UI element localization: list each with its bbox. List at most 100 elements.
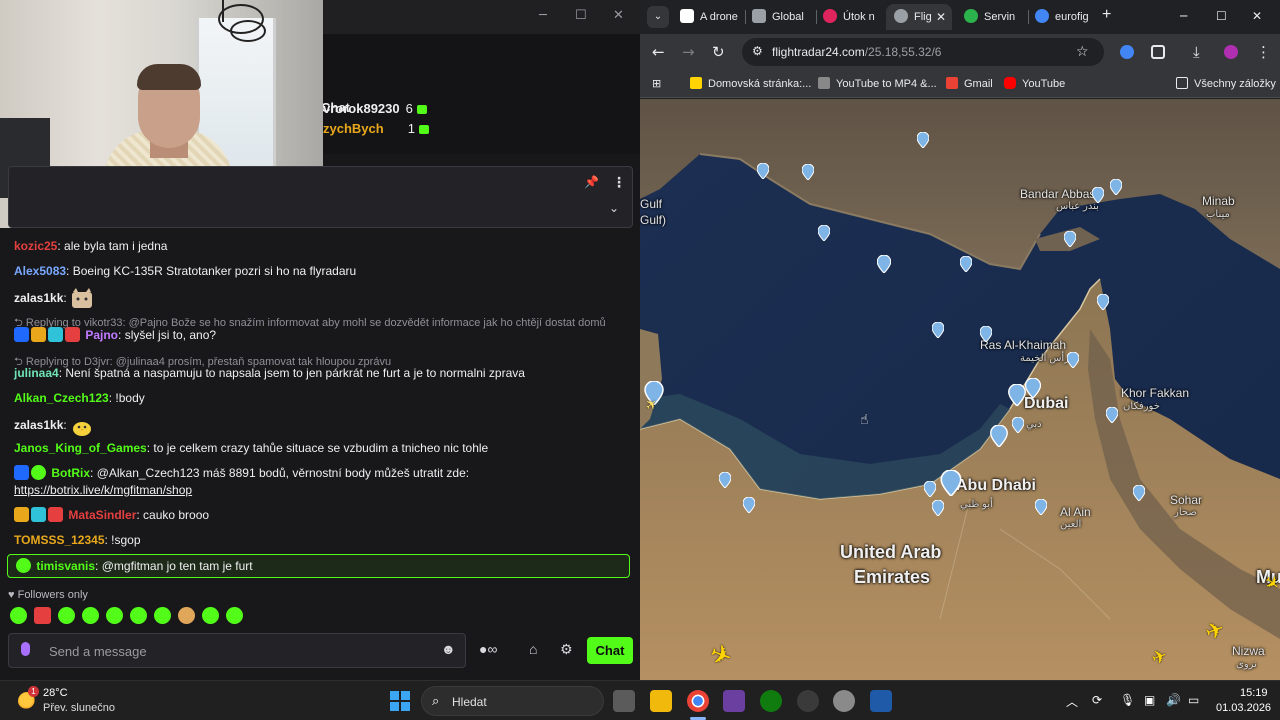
mic-icon[interactable] — [21, 642, 30, 656]
close-icon[interactable]: ✕ — [1252, 9, 1262, 23]
chat-username[interactable]: MataSindler — [68, 508, 136, 522]
airport-pin-icon[interactable] — [932, 500, 944, 516]
menu-icon[interactable]: ⋮ — [1256, 43, 1271, 61]
chat-username[interactable]: timisvanis — [36, 559, 95, 573]
task-view-icon[interactable] — [613, 690, 635, 712]
bookmark-item[interactable]: Gmail — [946, 77, 993, 90]
xbox-icon[interactable] — [760, 690, 782, 712]
clock-date[interactable]: 01.03.2026 — [1216, 702, 1271, 714]
points-icon[interactable]: ●∞ — [479, 641, 497, 657]
airport-pin-icon[interactable] — [1106, 407, 1118, 423]
clock-time[interactable]: 15:19 — [1240, 687, 1268, 699]
network-icon[interactable]: ▣ — [1144, 693, 1155, 707]
browser-tab[interactable]: eurofig — [1035, 4, 1095, 30]
volume-icon[interactable]: 🔊 — [1166, 693, 1181, 707]
emote-button[interactable] — [82, 607, 99, 624]
chrome-icon[interactable] — [687, 690, 709, 712]
airport-pin-icon[interactable] — [932, 322, 944, 338]
airport-pin-icon[interactable] — [1008, 384, 1026, 406]
bookmark-item[interactable]: Domovská stránka:... — [690, 77, 811, 90]
weather-temperature[interactable]: 28°C — [43, 687, 68, 699]
apps-icon[interactable]: ⊞ — [652, 77, 661, 90]
address-bar[interactable]: ⚙ flightradar24.com/25.18,55.32/6 ☆ — [742, 38, 1104, 66]
airport-pin-icon[interactable] — [818, 225, 830, 241]
weather-description[interactable]: Přev. slunečno — [43, 702, 115, 714]
reload-icon[interactable]: ↻ — [712, 43, 725, 61]
leaderboard-row[interactable]: vrorok89230 6 — [323, 101, 427, 116]
emote-button[interactable] — [58, 607, 75, 624]
chevron-up-icon[interactable]: ︿ — [1066, 693, 1078, 710]
browser-tab-active[interactable]: Flig ✕ — [886, 4, 952, 30]
back-icon[interactable]: ← — [652, 43, 665, 61]
airport-pin-icon[interactable] — [1092, 187, 1104, 203]
bookmark-star-icon[interactable]: ☆ — [1076, 43, 1089, 60]
browser-tab[interactable]: Útok n — [823, 4, 883, 30]
chat-username[interactable]: TOMSSS_12345 — [14, 533, 105, 547]
airport-pin-icon[interactable] — [757, 163, 769, 179]
chat-username[interactable]: Janos_King_of_Games — [14, 441, 147, 455]
airport-pin-icon[interactable] — [719, 472, 731, 488]
emote-button[interactable] — [130, 607, 147, 624]
url-text[interactable]: flightradar24.com/25.18,55.32/6 — [772, 45, 941, 59]
emoji-icon[interactable]: ☻ — [441, 641, 456, 657]
airport-pin-icon[interactable] — [940, 470, 962, 496]
store-icon[interactable]: ⌂ — [529, 641, 537, 657]
chat-username[interactable]: Alex5083 — [14, 264, 66, 278]
forward-icon[interactable]: → — [682, 43, 695, 61]
maximize-icon[interactable]: ☐ — [575, 8, 587, 23]
send-chat-button[interactable]: Chat — [587, 637, 633, 664]
emote-button[interactable] — [154, 607, 171, 624]
chat-username[interactable]: kozic25 — [14, 239, 57, 253]
airport-pin-icon[interactable] — [917, 132, 929, 148]
browser-tab[interactable]: A drone — [680, 4, 740, 30]
steam-icon[interactable] — [797, 690, 819, 712]
browser-tab[interactable]: Global — [752, 4, 812, 30]
chat-username[interactable]: Alkan_Czech123 — [14, 391, 109, 405]
minimize-icon[interactable]: ─ — [539, 8, 547, 23]
shop-link[interactable]: https://botrix.live/k/mgfitman/shop — [14, 483, 192, 497]
chat-username[interactable]: zalas1kk — [14, 291, 63, 305]
flight-map[interactable]: Gulf Gulf) Bandar Abbas بندر عباس Minab … — [640, 99, 1280, 680]
settings-icon[interactable] — [833, 690, 855, 712]
airport-pin-icon[interactable] — [924, 481, 936, 497]
close-icon[interactable]: ✕ — [613, 8, 624, 23]
airport-pin-icon[interactable] — [980, 326, 992, 342]
bookmark-item[interactable]: YouTube to MP4 &... — [818, 77, 937, 90]
pinned-message[interactable]: 📌 ⋮ ⌄ — [8, 166, 633, 228]
chevron-down-icon[interactable]: ⌄ — [609, 201, 619, 215]
profile-avatar[interactable] — [1224, 45, 1238, 59]
new-tab-icon[interactable]: + — [1102, 6, 1111, 24]
airport-pin-icon[interactable] — [1035, 499, 1047, 515]
minimize-icon[interactable]: ─ — [1180, 9, 1187, 23]
extensions-puzzle-icon[interactable] — [1151, 45, 1165, 59]
tab-search-icon[interactable]: ⌄ — [647, 6, 669, 28]
bookmark-item[interactable]: YouTube — [1004, 77, 1065, 90]
airport-pin-icon[interactable] — [877, 255, 891, 273]
emote-button[interactable] — [34, 607, 51, 624]
airport-pin-icon[interactable] — [960, 256, 972, 272]
message-input[interactable] — [49, 641, 429, 661]
app-icon[interactable] — [870, 690, 892, 712]
airport-pin-icon[interactable] — [802, 164, 814, 180]
pin-icon[interactable]: 📌 — [584, 175, 599, 189]
airport-pin-icon[interactable] — [1133, 485, 1145, 501]
sync-icon[interactable]: ⟳ — [1092, 693, 1102, 707]
airport-pin-icon[interactable] — [1064, 231, 1076, 247]
taskbar-search[interactable]: ⌕ — [421, 686, 604, 716]
emote-button[interactable] — [178, 607, 195, 624]
more-icon[interactable]: ⋮ — [612, 174, 626, 191]
app-icon[interactable] — [723, 690, 745, 712]
download-icon[interactable]: ⤓ — [1193, 43, 1200, 61]
settings-icon[interactable]: ⚙ — [560, 641, 573, 658]
chat-username[interactable]: Pajno — [85, 328, 118, 342]
emote-button[interactable] — [106, 607, 123, 624]
airport-pin-icon[interactable] — [1012, 417, 1024, 433]
airport-pin-icon[interactable] — [1067, 352, 1079, 368]
site-info-icon[interactable]: ⚙ — [752, 44, 763, 58]
airport-pin-icon[interactable] — [990, 425, 1008, 447]
chat-username[interactable]: zalas1kk — [14, 418, 63, 432]
emote-button[interactable] — [10, 607, 27, 624]
airport-pin-icon[interactable] — [1110, 179, 1122, 195]
emote-button[interactable] — [202, 607, 219, 624]
battery-icon[interactable]: ▭ — [1188, 693, 1199, 707]
